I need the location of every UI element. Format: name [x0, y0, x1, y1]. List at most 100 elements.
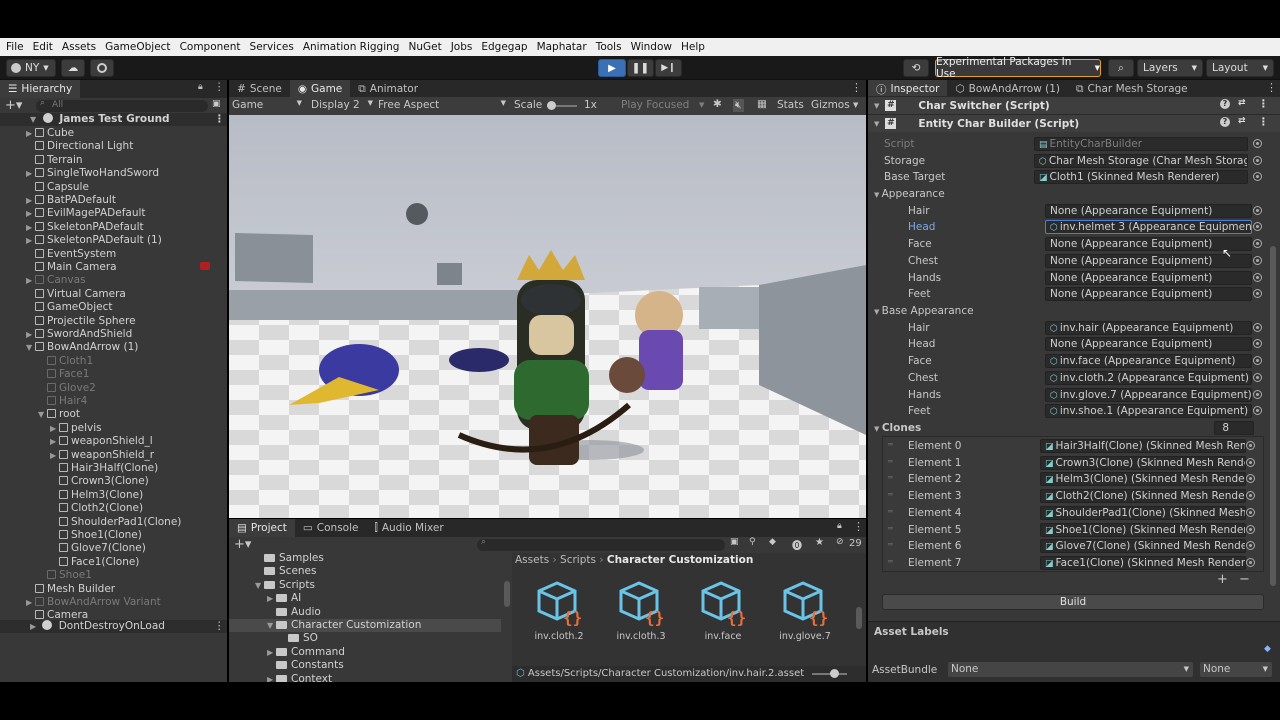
- appearance-foldout[interactable]: ▼ Appearance: [874, 188, 945, 200]
- object-picker-icon[interactable]: [1246, 457, 1255, 467]
- object-field[interactable]: ⬡ inv.cloth.2 (Appearance Equipment): [1045, 370, 1252, 385]
- scale-slider-handle[interactable]: [547, 101, 556, 110]
- preset-icon[interactable]: ⇄: [1238, 116, 1246, 126]
- more-options-icon[interactable]: ⋮: [1266, 81, 1277, 94]
- entity-char-builder-header[interactable]: ▼ # Entity Char Builder (Script)? ⇄ ⋮: [868, 114, 1280, 132]
- hierarchy-row[interactable]: ▶ SkeletonPADefault (1): [26, 234, 162, 247]
- menu-component[interactable]: Component: [180, 41, 241, 53]
- preset-icon[interactable]: ⇄: [1238, 98, 1246, 108]
- object-field[interactable]: None (Appearance Equipment): [1045, 287, 1252, 302]
- aspect-dropdown[interactable]: Free Aspect ▼: [378, 99, 506, 111]
- cloud-button[interactable]: ☁: [61, 59, 85, 77]
- scene-filter-icon[interactable]: ▣: [212, 99, 221, 109]
- icon-size-slider-handle[interactable]: [830, 669, 839, 678]
- tab-animator[interactable]: ⧉ Animator: [350, 80, 426, 98]
- object-field[interactable]: ◪ Cloth2(Clone) (Skinned Mesh Renderer): [1040, 489, 1246, 504]
- dont-destroy-row[interactable]: ▶ DontDestroyOnLoad ⋮: [0, 620, 227, 634]
- play-focused-dropdown[interactable]: Play Focused: [621, 99, 689, 111]
- object-picker-icon[interactable]: [1246, 557, 1255, 567]
- stats-button[interactable]: Stats: [777, 99, 804, 111]
- chevron-right-icon[interactable]: ▶: [26, 274, 35, 287]
- assetbundle-dropdown[interactable]: None ▼: [948, 662, 1193, 677]
- menu-tools[interactable]: Tools: [596, 41, 622, 53]
- mute-audio-icon[interactable]: 🔇︎: [733, 99, 744, 112]
- folder-row[interactable]: Constants: [229, 659, 501, 672]
- chevron-right-icon[interactable]: ▶: [50, 435, 59, 448]
- hierarchy-row[interactable]: EventSystem: [26, 248, 116, 261]
- play-button[interactable]: ▶: [598, 59, 626, 77]
- game-mode-dropdown[interactable]: Game ▼: [232, 99, 302, 111]
- hierarchy-row[interactable]: ▶ Cube: [26, 127, 74, 140]
- more-options-icon[interactable]: ⋮: [1258, 98, 1269, 110]
- tab-scene[interactable]: # Scene: [229, 80, 290, 98]
- hierarchy-row[interactable]: ▶ SingleTwoHandSword: [26, 167, 159, 180]
- object-field[interactable]: ◪ Crown3(Clone) (Skinned Mesh Rendere: [1040, 455, 1246, 470]
- object-picker-icon[interactable]: [1253, 372, 1262, 382]
- menu-gameobject[interactable]: GameObject: [105, 41, 170, 53]
- chevron-right-icon[interactable]: ▶: [50, 422, 59, 435]
- menu-edit[interactable]: Edit: [33, 41, 53, 53]
- object-picker-icon[interactable]: [1253, 205, 1262, 215]
- chevron-right-icon[interactable]: ▶: [26, 221, 35, 234]
- assetbundle-variant-dropdown[interactable]: None ▼: [1200, 662, 1272, 677]
- folder-row[interactable]: ▼ Character Customization: [229, 619, 501, 633]
- hierarchy-row[interactable]: Face1: [38, 368, 89, 381]
- history-button[interactable]: ⟲: [903, 59, 929, 77]
- hierarchy-row[interactable]: Terrain: [26, 154, 83, 167]
- base-appearance-foldout[interactable]: ▼ Base Appearance: [874, 305, 974, 317]
- object-field[interactable]: ◪ Hair3Half(Clone) (Skinned Mesh Render: [1040, 439, 1246, 453]
- hierarchy-row[interactable]: ▶ Canvas: [26, 274, 86, 287]
- object-picker-icon[interactable]: [1246, 441, 1255, 450]
- collab-button[interactable]: [90, 59, 114, 77]
- menu-jobs[interactable]: Jobs: [451, 41, 473, 53]
- chevron-right-icon[interactable]: ▶: [267, 592, 276, 605]
- chevron-right-icon[interactable]: ▶: [267, 646, 276, 659]
- object-field[interactable]: ⬡ inv.helmet 3 (Appearance Equipment): [1045, 220, 1252, 235]
- object-picker-icon[interactable]: [1253, 255, 1262, 265]
- object-picker-icon[interactable]: [1253, 155, 1262, 165]
- hierarchy-search-input[interactable]: ⌕ All: [36, 98, 208, 112]
- chevron-right-icon[interactable]: ▶: [26, 234, 35, 247]
- object-picker-icon[interactable]: [1253, 322, 1262, 332]
- lock-icon[interactable]: 🔒︎: [198, 82, 203, 92]
- object-field[interactable]: ⬡ inv.glove.7 (Appearance Equipment): [1045, 387, 1252, 402]
- object-field[interactable]: None (Appearance Equipment): [1045, 203, 1252, 218]
- hierarchy-row[interactable]: ▶ BowAndArrow Variant: [26, 596, 161, 609]
- hierarchy-row[interactable]: Glove2: [38, 382, 96, 395]
- more-options-icon[interactable]: ⋮: [851, 81, 862, 94]
- add-button[interactable]: +▾: [5, 98, 22, 113]
- hierarchy-row[interactable]: Glove7(Clone): [50, 542, 146, 555]
- help-icon[interactable]: ?: [1220, 99, 1230, 109]
- object-field[interactable]: None (Appearance Equipment): [1045, 337, 1252, 352]
- object-field[interactable]: ▤ EntityCharBuilder: [1034, 137, 1248, 151]
- object-picker-icon[interactable]: [1253, 389, 1262, 399]
- menu-maphatar[interactable]: Maphatar: [537, 41, 587, 53]
- object-field[interactable]: ⬡ inv.hair (Appearance Equipment): [1045, 320, 1252, 335]
- menu-file[interactable]: File: [6, 41, 24, 53]
- object-field[interactable]: ◪ Cloth1 (Skinned Mesh Renderer): [1034, 170, 1248, 185]
- account-dropdown[interactable]: NY ▼: [6, 59, 56, 77]
- tab-audio-mixer[interactable]: ⫿ Audio Mixer: [366, 519, 451, 537]
- object-picker-icon[interactable]: [1253, 406, 1262, 416]
- drag-handle-icon[interactable]: ═: [888, 457, 893, 466]
- hierarchy-row[interactable]: ▶ SkeletonPADefault: [26, 221, 144, 234]
- tab-game[interactable]: ◉ Game: [289, 80, 351, 98]
- object-picker-icon[interactable]: [1253, 356, 1262, 366]
- breadcrumb-item[interactable]: Character Customization: [607, 554, 753, 566]
- hierarchy-row[interactable]: ▶ BatPADefault: [26, 194, 116, 207]
- search-scope-icon[interactable]: ▣: [730, 537, 739, 547]
- add-button[interactable]: +▾: [234, 537, 251, 552]
- asset-tile[interactable]: {} inv.face: [691, 579, 755, 642]
- hierarchy-row[interactable]: Directional Light: [26, 140, 133, 153]
- drag-handle-icon[interactable]: ═: [888, 540, 893, 549]
- folder-row[interactable]: ▼ Scripts: [229, 579, 501, 592]
- hierarchy-row[interactable]: GameObject: [26, 301, 112, 314]
- chevron-down-icon[interactable]: ▼: [26, 341, 35, 354]
- more-options-icon[interactable]: ⋮: [214, 81, 225, 93]
- object-field[interactable]: ◪ ShoulderPad1(Clone) (Skinned Mesh Re: [1040, 505, 1246, 520]
- object-field[interactable]: ◪ Face1(Clone) (Skinned Mesh Renderer): [1040, 555, 1246, 570]
- hierarchy-row[interactable]: ▶ weaponShield_r: [50, 449, 154, 462]
- menu-nuget[interactable]: NuGet: [408, 41, 441, 53]
- char-switcher-header[interactable]: ▼ # Char Switcher (Script)? ⇄ ⋮: [868, 96, 1280, 114]
- chevron-down-icon[interactable]: ▼: [874, 120, 879, 128]
